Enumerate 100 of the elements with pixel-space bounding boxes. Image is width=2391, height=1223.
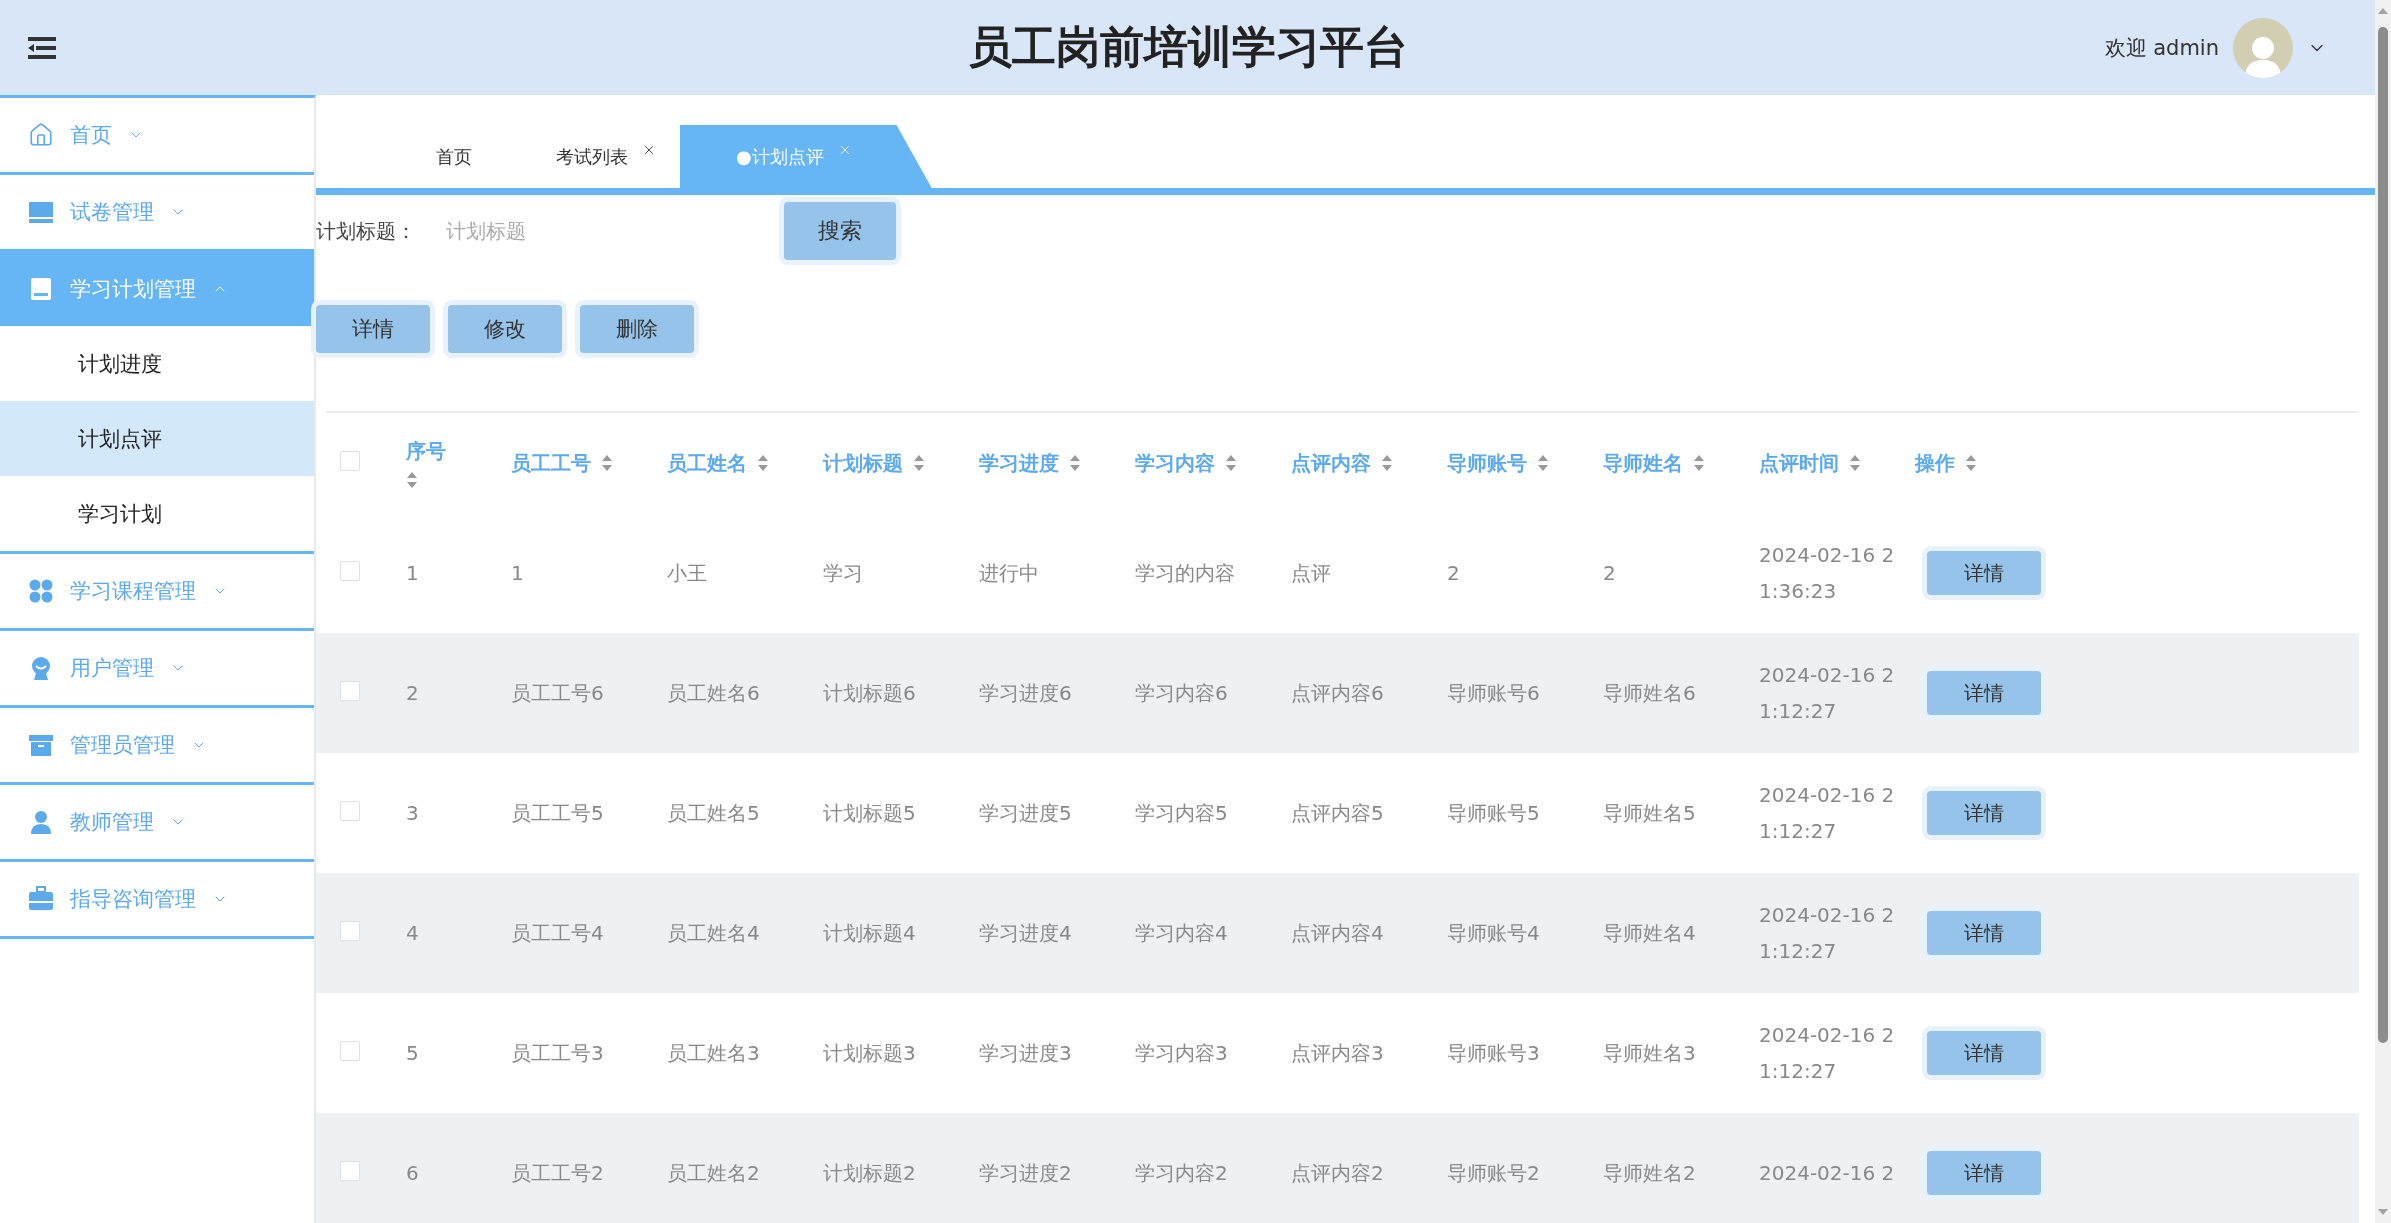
table-cell-text: 学习内容4 (1135, 920, 1229, 947)
home-icon (28, 122, 54, 148)
table-cell-text: 2 (1447, 560, 1461, 587)
table-cell-text: 导师姓名3 (1603, 1040, 1697, 1067)
table-cell-text: 导师姓名4 (1603, 920, 1697, 947)
table-cell-text: 导师姓名6 (1603, 680, 1697, 707)
table-cell-text: 2024-02-16 21:12:27 (1759, 662, 1896, 725)
search-label: 计划标题： (316, 217, 417, 245)
checkbox[interactable] (340, 801, 360, 821)
sort-icon[interactable] (913, 454, 925, 472)
table-cell-text: 员工工号3 (511, 1040, 605, 1067)
table-cell-text: 2024-02-16 21:36:23 (1759, 542, 1896, 605)
table-cell-text: 员工姓名3 (667, 1040, 761, 1067)
column-header: 导师姓名 (1603, 449, 1683, 477)
table-cell-text: 导师姓名5 (1603, 800, 1697, 827)
table-cell-text: 2024-02-16 21:12:27 (1759, 782, 1896, 845)
sort-icon[interactable] (1693, 454, 1705, 472)
person-icon (28, 809, 54, 835)
table-cell-text: 学习内容3 (1135, 1040, 1229, 1067)
table-cell-text: 2 (406, 680, 420, 707)
sort-icon[interactable] (601, 454, 613, 472)
table-cell-text: 学习进度6 (979, 680, 1073, 707)
column-header: 导师账号 (1447, 449, 1527, 477)
table-cell-text: 学习内容6 (1135, 680, 1229, 707)
table-cell-text: 学习进度5 (979, 800, 1073, 827)
table-cell-text: 导师账号6 (1447, 680, 1541, 707)
column-header: 计划标题 (823, 449, 903, 477)
sort-icon[interactable] (406, 470, 418, 489)
column-header: 点评时间 (1759, 449, 1839, 477)
table-cell-text: 点评内容5 (1291, 800, 1385, 827)
table-cell-text: 员工工号2 (511, 1160, 605, 1187)
table-cell-text: 学习进度4 (979, 920, 1073, 947)
briefcase-icon (28, 886, 54, 912)
table-cell-text: 6 (406, 1160, 420, 1187)
table-cell-text: 点评 (1291, 560, 1332, 587)
table-cell-text: 5 (406, 1040, 420, 1067)
checkbox[interactable] (340, 1041, 360, 1061)
menu-icon[interactable] (28, 36, 56, 59)
sort-icon[interactable] (1537, 454, 1549, 472)
column-header: 学习进度 (979, 449, 1059, 477)
table-cell-text: 点评内容2 (1291, 1160, 1385, 1187)
table-cell-text: 导师账号5 (1447, 800, 1541, 827)
table-cell-text: 点评内容3 (1291, 1040, 1385, 1067)
table-cell-text: 点评内容4 (1291, 920, 1385, 947)
checkbox[interactable] (340, 1161, 360, 1181)
table-cell-text: 员工姓名5 (667, 800, 761, 827)
page-title: 员工岗前培训学习平台 (967, 20, 1408, 74)
table-cell-text: 计划标题5 (823, 800, 917, 827)
column-header: 员工工号 (511, 449, 591, 477)
table-cell-text: 学习 (823, 560, 864, 587)
table-cell-text: 1 (406, 560, 420, 587)
drive-icon (28, 276, 54, 302)
tab[interactable]: 考试列表 (496, 125, 680, 188)
table-cell-text: 导师账号2 (1447, 1160, 1541, 1187)
table-cell-text: 学习内容2 (1135, 1160, 1229, 1187)
checkbox[interactable] (340, 561, 360, 581)
table-cell-text: 导师姓名2 (1603, 1160, 1697, 1187)
table-cell-text: 员工姓名6 (667, 680, 761, 707)
grid-icon (28, 578, 54, 604)
submenu-item[interactable]: 计划点评 (0, 401, 314, 476)
table-cell-text: 计划标题4 (823, 920, 917, 947)
column-header: 点评内容 (1291, 449, 1371, 477)
sort-icon[interactable] (1381, 454, 1393, 472)
table-cell-text: 点评内容6 (1291, 680, 1385, 707)
sort-icon[interactable] (1849, 454, 1861, 472)
tab[interactable]: 首页 (376, 125, 496, 188)
checkbox[interactable] (340, 681, 360, 701)
table-cell-text: 2 (1603, 560, 1617, 587)
table-cell-text: 学习的内容 (1135, 560, 1236, 587)
sort-icon[interactable] (1965, 454, 1977, 472)
sort-icon[interactable] (757, 454, 769, 472)
column-header: 操作 (1915, 449, 1955, 477)
table-cell-text: 员工姓名2 (667, 1160, 761, 1187)
column-header: 学习内容 (1135, 449, 1215, 477)
search-field[interactable]: 计划标题 (444, 218, 768, 244)
archive-icon (28, 732, 54, 758)
table-cell-text: 4 (406, 920, 420, 947)
table-cell-text: 3 (406, 800, 420, 827)
table-cell-text: 员工工号6 (511, 680, 605, 707)
table-cell-text: 员工姓名4 (667, 920, 761, 947)
table-cell-text: 导师账号4 (1447, 920, 1541, 947)
welcome-text: 欢迎 admin (2104, 34, 2219, 62)
table-cell-text: 2024-02-16 21:12:27 (1759, 1022, 1896, 1085)
column-header: 序号 (406, 437, 446, 465)
table-cell-text: 2024-02-16 2 (1759, 1160, 1896, 1187)
checkbox[interactable] (340, 451, 360, 471)
table-cell-text: 学习进度3 (979, 1040, 1073, 1067)
table-cell-text: 2024-02-16 21:12:27 (1759, 902, 1896, 965)
table-cell-text: 导师账号3 (1447, 1040, 1541, 1067)
table-cell-text: 计划标题2 (823, 1160, 917, 1187)
table-cell-text: 1 (511, 560, 525, 587)
sort-icon[interactable] (1225, 454, 1237, 472)
sort-icon[interactable] (1069, 454, 1081, 472)
checkbox[interactable] (340, 921, 360, 941)
table-cell-text: 员工工号4 (511, 920, 605, 947)
table-cell-text: 员工工号5 (511, 800, 605, 827)
table-cell-text: 计划标题3 (823, 1040, 917, 1067)
table-cell-text: 学习内容5 (1135, 800, 1229, 827)
scrollbar-drawing[interactable] (2375, 0, 2391, 1223)
column-header: 员工姓名 (667, 449, 747, 477)
